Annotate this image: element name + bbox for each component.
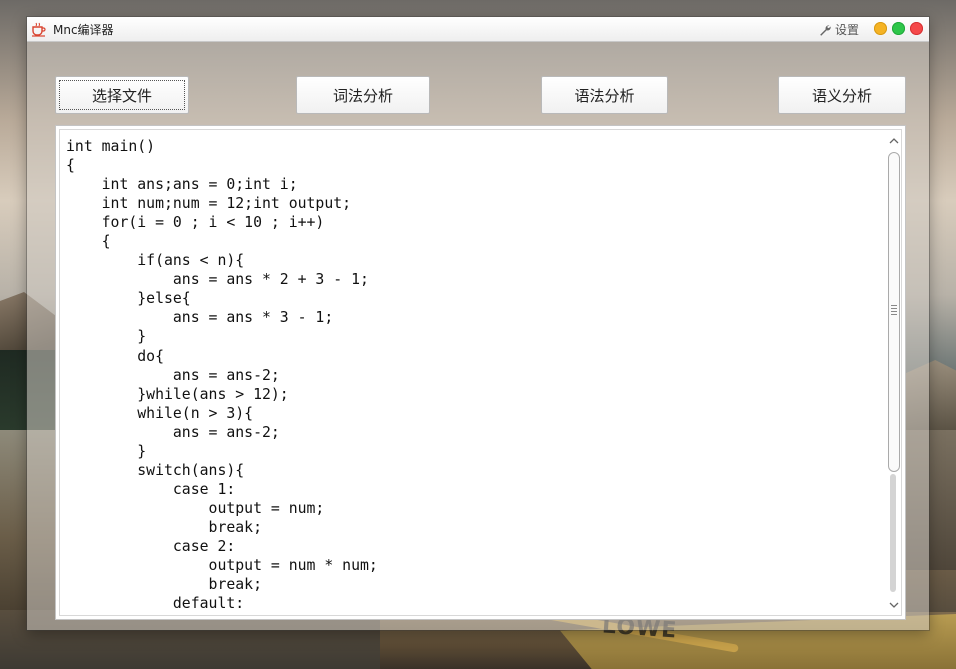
code-line: output = num; — [66, 499, 325, 517]
code-line: for(i = 0 ; i < 10 ; i++) — [66, 214, 325, 232]
wrench-icon — [820, 24, 831, 36]
code-text-area[interactable]: int main() { int ans;ans = 0;int i; int n… — [66, 137, 882, 613]
code-line: ans = ans * 2 + 3 - 1; — [66, 271, 369, 289]
code-line: int ans;ans = 0;int i; — [66, 176, 298, 194]
app-window: Mnc编译器 设置 选择文件 词法分析 语法分析 语义分析 int main()… — [27, 17, 929, 630]
code-line: default: — [66, 595, 245, 613]
code-line: }while(ans > 12); — [66, 385, 289, 403]
code-line: int main() — [66, 138, 156, 155]
focus-ring — [59, 80, 185, 110]
code-line: while(n > 3){ — [66, 404, 254, 422]
lexical-analysis-label: 词法分析 — [332, 86, 393, 105]
code-line: if(ans < n){ — [66, 252, 245, 270]
scrollbar-track-lower — [890, 474, 896, 592]
window-title: Mnc编译器 — [53, 23, 114, 37]
code-line: int num;num = 12;int output; — [66, 195, 352, 213]
settings-button[interactable]: 设置 — [819, 21, 859, 38]
vertical-scrollbar[interactable] — [887, 150, 901, 596]
code-line: break; — [66, 576, 262, 594]
title-bar[interactable]: Mnc编译器 设置 — [27, 17, 929, 42]
settings-label: 设置 — [835, 23, 860, 37]
semantic-analysis-button[interactable]: 语义分析 — [778, 76, 906, 114]
syntax-analysis-label: 语法分析 — [574, 86, 635, 105]
chevron-down-icon — [889, 602, 899, 608]
code-line: break; — [66, 518, 262, 536]
code-editor-frame: int main() { int ans;ans = 0;int i; int n… — [59, 129, 902, 616]
scroll-down-button[interactable] — [887, 598, 901, 612]
code-editor[interactable]: int main() { int ans;ans = 0;int i; int n… — [55, 125, 906, 620]
scroll-up-button[interactable] — [887, 134, 901, 148]
scrollbar-thumb[interactable] — [888, 152, 900, 472]
chevron-up-icon — [889, 138, 899, 144]
code-line: switch(ans){ — [66, 461, 245, 479]
coffee-cup-icon — [32, 22, 46, 37]
code-line: output = num * num; — [66, 557, 378, 575]
code-line: { — [66, 233, 111, 251]
code-line: ans = ans * 3 - 1; — [66, 309, 334, 327]
scrollbar-grip — [891, 305, 897, 315]
code-line: case 2: — [66, 537, 236, 555]
code-line: ans = ans-2; — [66, 366, 280, 384]
semantic-analysis-label: 语义分析 — [811, 86, 872, 105]
minimize-button[interactable] — [874, 22, 887, 35]
close-button[interactable] — [910, 22, 923, 35]
syntax-analysis-button[interactable]: 语法分析 — [541, 76, 668, 114]
code-line: do{ — [66, 347, 164, 365]
code-line: }else{ — [66, 290, 191, 308]
maximize-button[interactable] — [892, 22, 905, 35]
code-line: ans = ans-2; — [66, 423, 280, 441]
code-line: } — [66, 442, 147, 460]
lexical-analysis-button[interactable]: 词法分析 — [296, 76, 430, 114]
code-line: { — [66, 157, 75, 175]
code-line: case 1: — [66, 480, 236, 498]
select-file-button[interactable]: 选择文件 — [55, 76, 189, 114]
code-line: } — [66, 328, 147, 346]
